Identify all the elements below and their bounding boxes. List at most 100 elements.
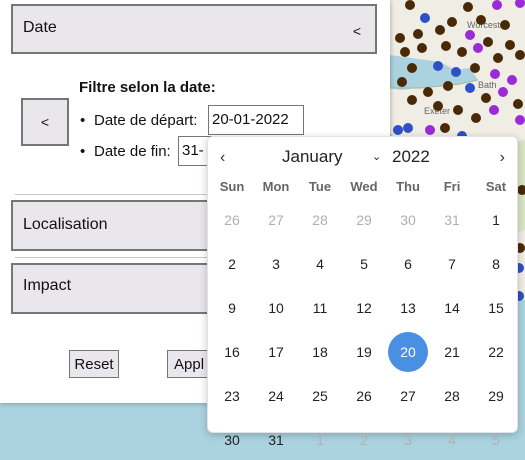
map-marker-brown[interactable] bbox=[515, 50, 525, 60]
map-marker-brown[interactable] bbox=[423, 87, 433, 97]
prev-month-icon[interactable]: ‹ bbox=[220, 149, 225, 167]
day-cell[interactable]: 25 bbox=[300, 376, 340, 416]
day-cell[interactable]: 10 bbox=[256, 288, 296, 328]
day-cell-selected[interactable]: 20 bbox=[388, 332, 428, 372]
map-marker-brown[interactable] bbox=[500, 20, 510, 30]
date-section-header[interactable]: Date < bbox=[11, 4, 377, 54]
map-marker-purple[interactable] bbox=[490, 69, 500, 79]
day-cell[interactable]: 15 bbox=[476, 288, 516, 328]
day-cell[interactable]: 3 bbox=[256, 244, 296, 284]
day-cell[interactable]: 14 bbox=[432, 288, 472, 328]
map-marker-brown[interactable] bbox=[463, 2, 473, 12]
day-cell[interactable]: 5 bbox=[476, 420, 516, 460]
map-marker-brown[interactable] bbox=[417, 43, 427, 53]
month-select[interactable]: January bbox=[282, 147, 342, 167]
map-marker-brown[interactable] bbox=[453, 105, 463, 115]
end-date-row: • Date de fin: bbox=[80, 143, 171, 160]
map-marker-brown[interactable] bbox=[493, 53, 503, 63]
map-marker-brown[interactable] bbox=[400, 47, 410, 57]
chevron-down-icon[interactable]: ⌄ bbox=[372, 150, 381, 163]
map-marker-brown[interactable] bbox=[433, 101, 443, 111]
reset-button[interactable]: Reset bbox=[69, 350, 119, 378]
day-cell[interactable]: 19 bbox=[344, 332, 384, 372]
day-cell[interactable]: 21 bbox=[432, 332, 472, 372]
map-marker-purple[interactable] bbox=[489, 105, 499, 115]
day-cell[interactable]: 2 bbox=[212, 244, 252, 284]
day-cell[interactable]: 29 bbox=[476, 376, 516, 416]
day-cell[interactable]: 28 bbox=[432, 376, 472, 416]
map-marker-blue[interactable] bbox=[465, 83, 475, 93]
day-cell[interactable]: 9 bbox=[212, 288, 252, 328]
map-marker-brown[interactable] bbox=[457, 47, 467, 57]
day-cell[interactable]: 4 bbox=[432, 420, 472, 460]
map-marker-brown[interactable] bbox=[440, 123, 450, 133]
day-cell[interactable]: 24 bbox=[256, 376, 296, 416]
day-cell[interactable]: 16 bbox=[212, 332, 252, 372]
map-marker-purple[interactable] bbox=[473, 43, 483, 53]
day-cell[interactable]: 7 bbox=[432, 244, 472, 284]
year-input[interactable]: 2022 bbox=[392, 147, 430, 167]
start-date-row: • Date de départ: bbox=[80, 112, 197, 129]
day-cell[interactable]: 4 bbox=[300, 244, 340, 284]
filter-title: Filtre selon la date: bbox=[79, 79, 216, 96]
day-cell[interactable]: 30 bbox=[212, 420, 252, 460]
day-cell[interactable]: 2 bbox=[344, 420, 384, 460]
day-cell[interactable]: 29 bbox=[344, 200, 384, 240]
map-marker-purple[interactable] bbox=[507, 75, 517, 85]
map-marker-brown[interactable] bbox=[481, 93, 491, 103]
map-marker-blue[interactable] bbox=[393, 125, 403, 135]
map-marker-brown[interactable] bbox=[505, 40, 515, 50]
start-date-input[interactable]: 20-01-2022 bbox=[208, 105, 304, 135]
date-section-label: Date bbox=[23, 19, 57, 36]
map-marker-blue[interactable] bbox=[433, 61, 443, 71]
map-marker-blue[interactable] bbox=[420, 13, 430, 23]
day-cell[interactable]: 5 bbox=[344, 244, 384, 284]
day-cell[interactable]: 8 bbox=[476, 244, 516, 284]
map-marker-brown[interactable] bbox=[407, 95, 417, 105]
day-cell[interactable]: 12 bbox=[344, 288, 384, 328]
map-marker-brown[interactable] bbox=[407, 63, 417, 73]
map-marker-brown[interactable] bbox=[443, 81, 453, 91]
day-cell[interactable]: 23 bbox=[212, 376, 252, 416]
day-cell[interactable]: 31 bbox=[432, 200, 472, 240]
map-marker-brown[interactable] bbox=[413, 29, 423, 39]
map-marker-brown[interactable] bbox=[483, 37, 493, 47]
map-marker-brown[interactable] bbox=[471, 113, 481, 123]
map-marker-purple[interactable] bbox=[515, 115, 525, 125]
map-marker-brown[interactable] bbox=[397, 77, 407, 87]
map-marker-purple[interactable] bbox=[492, 0, 502, 10]
map-marker-blue[interactable] bbox=[403, 123, 413, 133]
bullet-icon: • bbox=[80, 112, 86, 129]
map-marker-brown[interactable] bbox=[470, 63, 480, 73]
map-marker-brown[interactable] bbox=[476, 15, 486, 25]
day-cell[interactable]: 26 bbox=[344, 376, 384, 416]
day-cell[interactable]: 13 bbox=[388, 288, 428, 328]
map-marker-purple[interactable] bbox=[498, 87, 508, 97]
day-cell[interactable]: 3 bbox=[388, 420, 428, 460]
map-marker-purple[interactable] bbox=[425, 125, 435, 135]
day-cell[interactable]: 30 bbox=[388, 200, 428, 240]
day-cell[interactable]: 1 bbox=[300, 420, 340, 460]
map-marker-purple[interactable] bbox=[465, 30, 475, 40]
day-cell[interactable]: 28 bbox=[300, 200, 340, 240]
map-marker-brown[interactable] bbox=[441, 41, 451, 51]
day-cell[interactable]: 1 bbox=[476, 200, 516, 240]
weekday-header: Fri bbox=[443, 179, 461, 194]
day-cell[interactable]: 17 bbox=[256, 332, 296, 372]
map-marker-brown[interactable] bbox=[395, 33, 405, 43]
collapse-button[interactable]: < bbox=[21, 98, 69, 146]
day-cell[interactable]: 18 bbox=[300, 332, 340, 372]
map-marker-brown[interactable] bbox=[447, 17, 457, 27]
day-cell[interactable]: 11 bbox=[300, 288, 340, 328]
map-marker-brown[interactable] bbox=[435, 25, 445, 35]
day-cell[interactable]: 27 bbox=[388, 376, 428, 416]
day-cell[interactable]: 27 bbox=[256, 200, 296, 240]
day-cell[interactable]: 26 bbox=[212, 200, 252, 240]
day-cell[interactable]: 6 bbox=[388, 244, 428, 284]
day-cell[interactable]: 22 bbox=[476, 332, 516, 372]
map-marker-brown[interactable] bbox=[405, 0, 415, 10]
next-month-icon[interactable]: › bbox=[500, 149, 505, 167]
map-marker-blue[interactable] bbox=[451, 67, 461, 77]
map-marker-brown[interactable] bbox=[513, 99, 523, 109]
day-cell[interactable]: 31 bbox=[256, 420, 296, 460]
